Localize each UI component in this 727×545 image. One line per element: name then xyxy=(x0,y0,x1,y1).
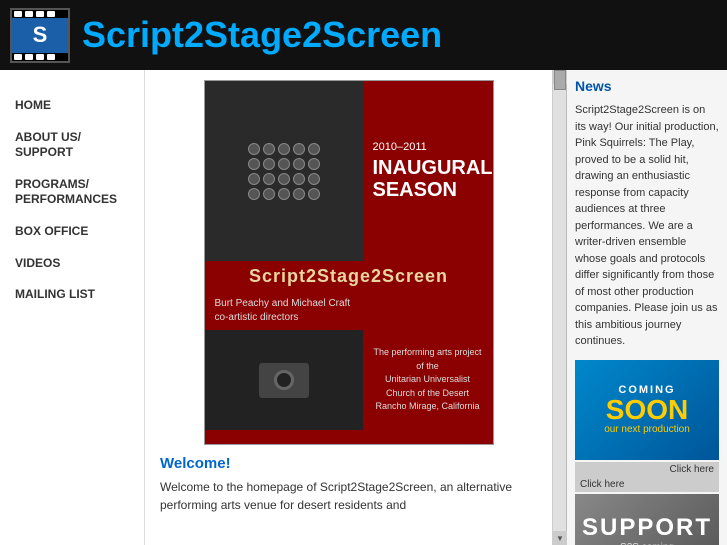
news-body: Script2Stage2Screen is on its way! Our i… xyxy=(575,102,719,350)
poster-directors: Burt Peachy and Michael Craft co-artisti… xyxy=(205,292,493,330)
camera-lens xyxy=(274,370,294,390)
main-layout: HOME ABOUT US/ SUPPORT PROGRAMS/ PERFORM… xyxy=(0,70,727,545)
sidebar: HOME ABOUT US/ SUPPORT PROGRAMS/ PERFORM… xyxy=(0,70,145,545)
logo-letter: S xyxy=(33,22,48,48)
venue-line2: Unitarian Universalist xyxy=(371,373,485,387)
main-content: 2010–2011 INAUGURAL SEASON Script2Stage2… xyxy=(145,70,552,545)
film-strip-top xyxy=(12,10,68,18)
typewriter-keys xyxy=(248,143,320,200)
soon-text: SOON xyxy=(606,396,688,424)
poster-year: 2010–2011 xyxy=(373,141,483,153)
scrollbar-track[interactable]: ▲ ▼ xyxy=(553,70,567,545)
welcome-text: Welcome to the homepage of Script2Stage2… xyxy=(160,478,537,514)
sidebar-item-programs[interactable]: PROGRAMS/ PERFORMANCES xyxy=(15,169,129,216)
sidebar-item-boxoffice[interactable]: BOX OFFICE xyxy=(15,216,129,248)
content-area: 2010–2011 INAUGURAL SEASON Script2Stage2… xyxy=(145,70,727,545)
scrollbar-thumb[interactable] xyxy=(554,70,566,90)
news-content: News Script2Stage2Screen is on its way! … xyxy=(567,70,727,545)
coming-soon-banner[interactable]: COMING SOON our next production xyxy=(575,360,719,460)
site-title: Script2Stage2Screen xyxy=(82,14,442,56)
poster-directors-line2: co-artistic directors xyxy=(215,311,483,325)
camera-body xyxy=(259,363,309,398)
header: S Script2Stage2Screen xyxy=(0,0,727,70)
poster-title-band: Script2Stage2Screen xyxy=(205,261,493,292)
poster-venue: The performing arts project of the Unita… xyxy=(363,330,493,430)
support-banner[interactable]: SUPPORT S2S coming xyxy=(575,494,719,545)
sidebar-item-about[interactable]: ABOUT US/ SUPPORT xyxy=(15,122,129,169)
poster-title-text: Script2Stage2Screen xyxy=(215,266,483,287)
poster-season: SEASON xyxy=(373,179,483,202)
coming-soon-click-here[interactable]: Click here xyxy=(575,462,719,477)
scrollbar-down-arrow[interactable]: ▼ xyxy=(553,531,567,545)
poster-directors-line1: Burt Peachy and Michael Craft xyxy=(215,297,483,311)
logo-box: S xyxy=(10,8,70,63)
venue-line4: Rancho Mirage, California xyxy=(371,400,485,414)
sidebar-item-home[interactable]: HOME xyxy=(15,90,129,122)
poster-right-text: 2010–2011 INAUGURAL SEASON xyxy=(363,81,493,261)
right-sidebar: ▲ ▼ News Script2Stage2Screen is on its w… xyxy=(552,70,727,545)
news-title: News xyxy=(575,78,719,94)
venue-line1: The performing arts project of the xyxy=(371,346,485,373)
poster-image: 2010–2011 INAUGURAL SEASON Script2Stage2… xyxy=(204,80,494,445)
venue-line3: Church of the Desert xyxy=(371,387,485,401)
poster-bottom: The performing arts project of the Unita… xyxy=(205,330,493,430)
support-click-here[interactable]: Click here xyxy=(575,477,719,492)
next-prod-text: our next production xyxy=(604,424,690,435)
film-strip-bottom xyxy=(12,53,68,61)
poster-typewriter xyxy=(205,81,363,261)
poster-inaugural: INAUGURAL xyxy=(373,157,483,179)
sidebar-item-mailinglist[interactable]: MAILING LIST xyxy=(15,279,129,311)
sidebar-item-videos[interactable]: VIDEOS xyxy=(15,248,129,280)
poster-top: 2010–2011 INAUGURAL SEASON xyxy=(205,81,493,261)
poster-camera xyxy=(205,330,363,430)
welcome-heading: Welcome! xyxy=(160,455,537,472)
support-text: SUPPORT xyxy=(582,514,712,542)
